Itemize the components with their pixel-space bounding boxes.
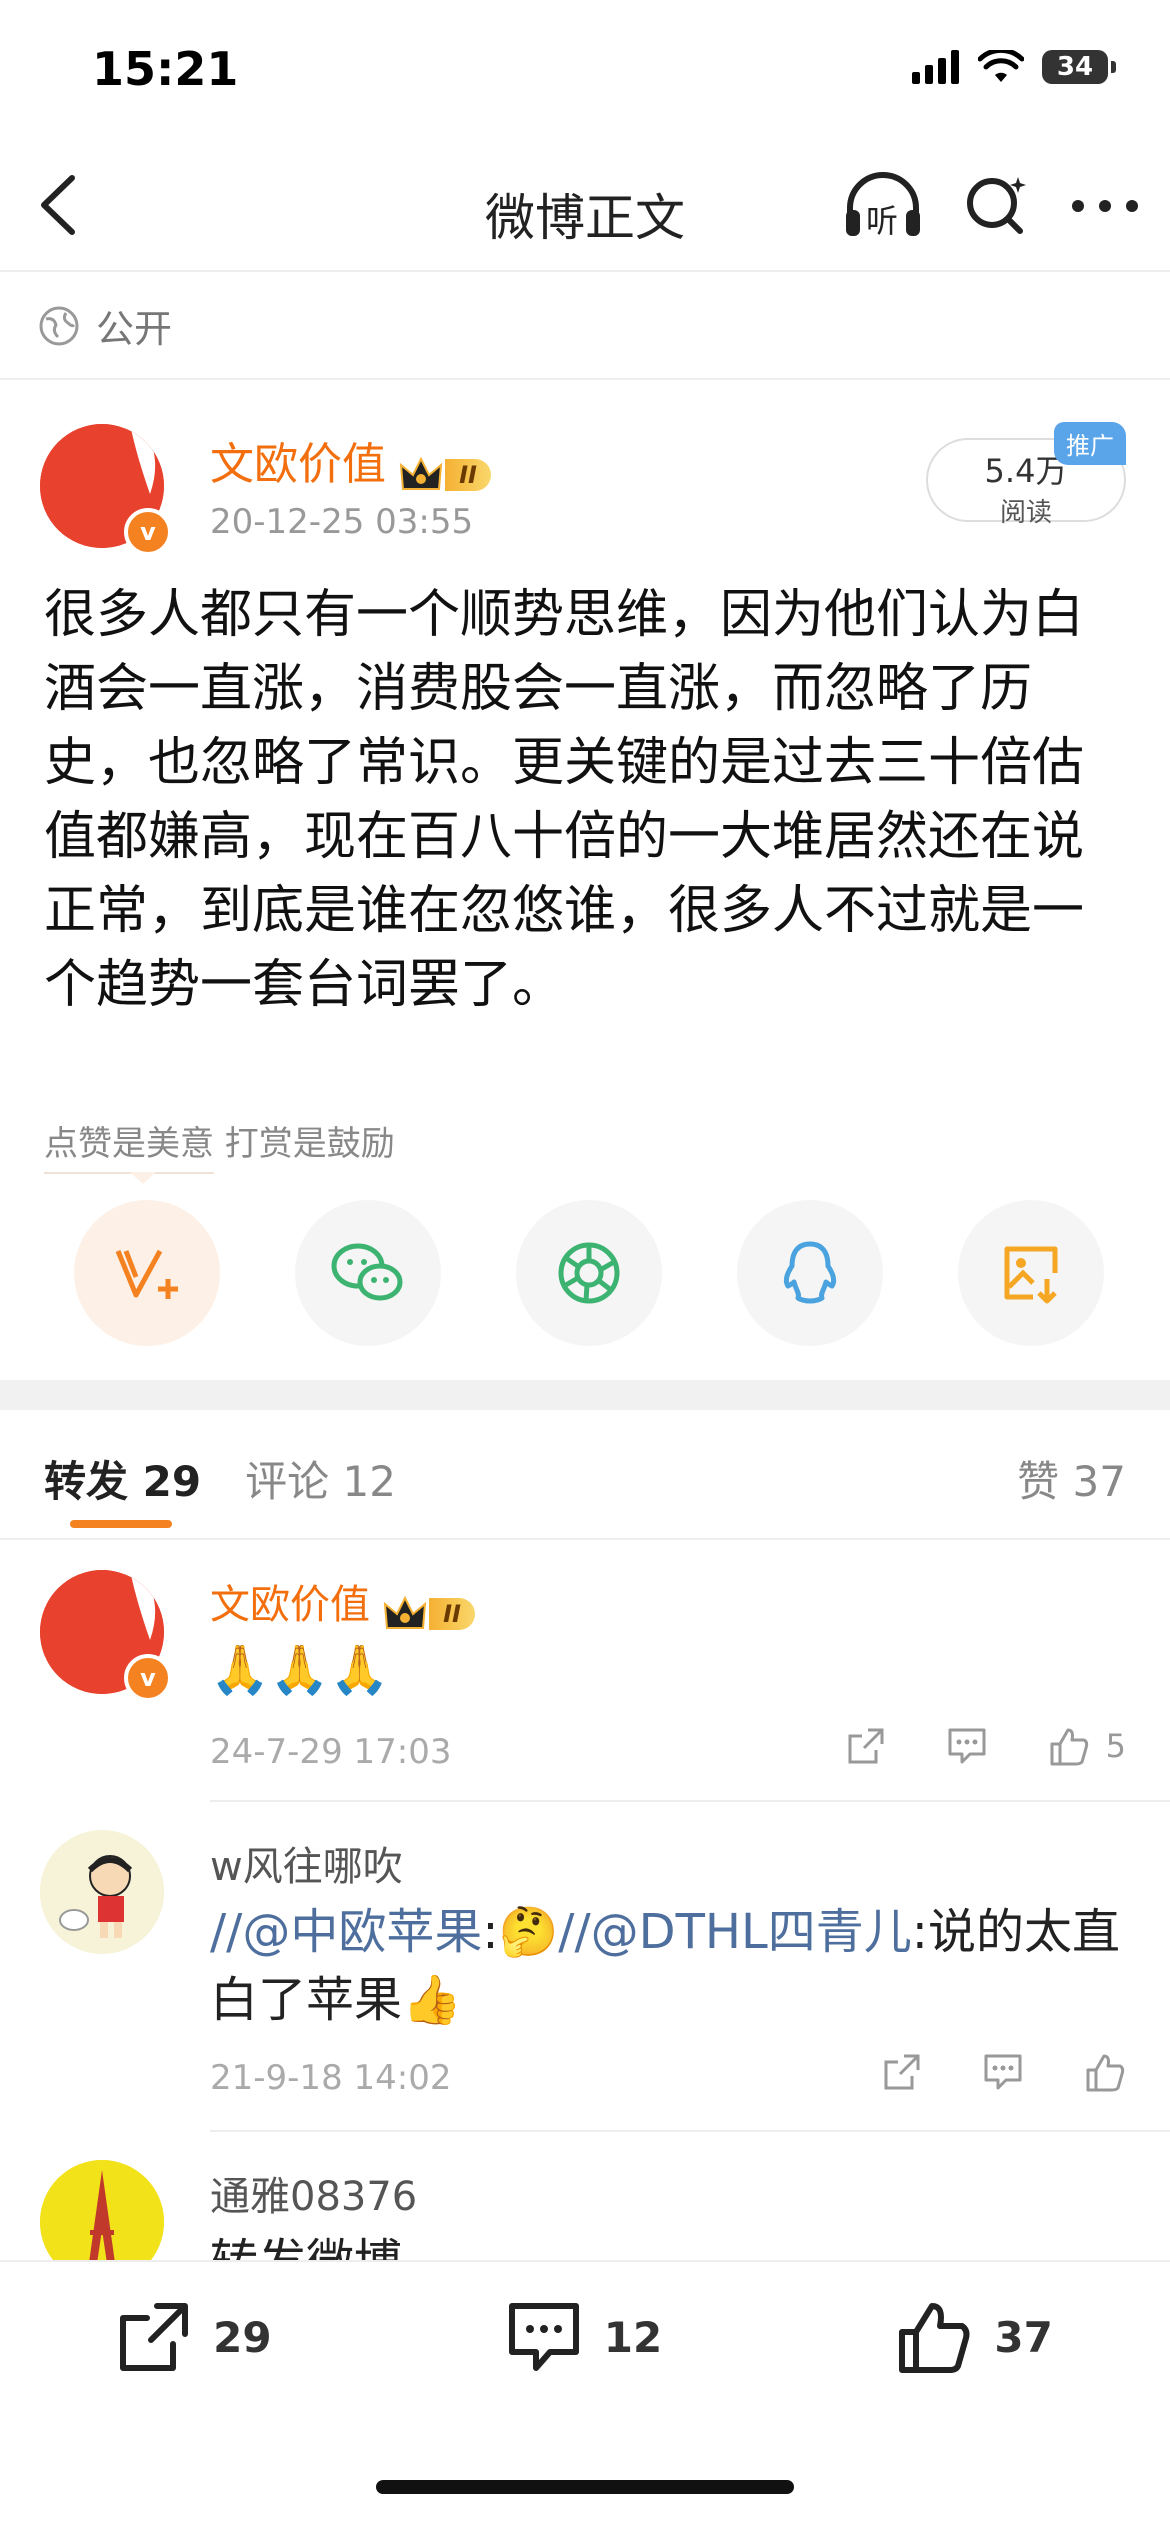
home-indicator [376, 2480, 794, 2494]
member-level-badge[interactable]: II [383, 1594, 475, 1634]
listen-button[interactable]: 听 [842, 168, 924, 244]
promote-badge[interactable]: 推广 [1054, 422, 1126, 465]
repost-icon [120, 2303, 189, 2371]
section-separator [0, 1380, 1170, 1410]
interaction-tabs: 转发 29 评论 12 [44, 1448, 396, 1509]
share-qq-button[interactable] [737, 1200, 883, 1346]
repost-text: 🙏🙏🙏 [210, 1642, 390, 1698]
active-tab-indicator [70, 1520, 172, 1528]
repost-actions [882, 2052, 1126, 2092]
post-timestamp: 20-12-25 03:55 [210, 502, 474, 542]
comment-icon [508, 2303, 579, 2371]
repost-icon[interactable] [882, 2052, 922, 2092]
thumbs-up-icon [899, 2303, 970, 2373]
share-row [74, 1200, 1104, 1346]
mention-link[interactable]: //@中欧苹果 [210, 1904, 482, 1960]
status-icons: 34 [912, 50, 1116, 84]
crown-icon [399, 456, 443, 490]
v-plus-reward-icon [115, 1249, 178, 1299]
repost-count: 29 [213, 2312, 272, 2362]
repost-time: 21-9-18 14:02 [210, 2058, 452, 2098]
divider [210, 1800, 1170, 1802]
repost-author-name[interactable]: w风往哪吹 [210, 1834, 403, 1892]
repost-author-name[interactable]: 文欧价值 [210, 1582, 370, 1628]
divider [0, 1538, 1170, 1540]
visibility-indicator: 公开 [38, 298, 172, 353]
member-level: II [429, 1597, 475, 1630]
tab-likes-count: 37 [1072, 1457, 1126, 1506]
member-level: II [445, 458, 491, 491]
battery-indicator: 34 [1042, 50, 1116, 84]
repost-avatar[interactable] [40, 1830, 164, 1954]
verified-badge-icon: v [124, 1654, 172, 1702]
repost-time: 24-7-29 17:03 [210, 1732, 452, 1772]
reads-label: 阅读 [999, 498, 1052, 528]
divider [0, 270, 1170, 272]
wechat-icon [331, 1243, 403, 1301]
tip-divider [44, 1172, 214, 1174]
comment-icon[interactable] [946, 1726, 988, 1766]
wifi-icon [978, 50, 1024, 82]
thumbs-up-icon[interactable] [1084, 2052, 1126, 2092]
post-body: 很多人都只有一个顺势思维，因为他们认为白酒会一直涨，消费股会一直涨，而忽略了历史… [44, 585, 1085, 1015]
reward-button[interactable] [74, 1200, 220, 1346]
repost-icon[interactable] [846, 1726, 886, 1766]
divider [210, 2130, 1170, 2132]
tab-likes[interactable]: 赞 37 [1017, 1448, 1126, 1509]
reward-tip: 点赞是美意 打赏是鼓励 [44, 1124, 395, 1164]
tab-likes-label: 赞 [1017, 1457, 1060, 1506]
like-button[interactable]: 5 [1048, 1726, 1126, 1766]
verified-badge-icon: v [124, 508, 172, 556]
cartoon-avatar-icon [40, 1830, 164, 1954]
comment-button[interactable]: 12 [506, 2300, 662, 2374]
tab-comments[interactable]: 评论 12 [245, 1448, 396, 1509]
member-level-badge[interactable]: II [399, 455, 491, 495]
moments-icon [558, 1242, 620, 1304]
repost-author-name[interactable]: 通雅08376 [210, 2164, 417, 2222]
divider [0, 378, 1170, 380]
visibility-label: 公开 [96, 307, 173, 351]
repost-actions: 5 [846, 1726, 1126, 1766]
author-name[interactable]: 文欧价值 [210, 439, 386, 490]
like-button[interactable]: 37 [896, 2300, 1053, 2374]
like-count: 5 [1105, 1727, 1126, 1765]
pointer-triangle-icon [130, 1172, 156, 1184]
tab-comments-count: 12 [342, 1457, 396, 1506]
repost-text: //@中欧苹果:🤔//@DTHL四青儿:说的太直白了苹果👍 [210, 1904, 1120, 2028]
author-row: 文欧价值 II [210, 428, 491, 495]
listen-label: 听 [866, 202, 899, 240]
comment-icon[interactable] [982, 2052, 1024, 2092]
cellular-signal-icon [912, 50, 959, 84]
bottom-actions: 29 12 37 [0, 2300, 1170, 2374]
tab-reposts[interactable]: 转发 29 [44, 1448, 201, 1509]
more-options-icon[interactable] [1070, 196, 1140, 216]
tab-comments-label: 评论 [245, 1457, 330, 1506]
globe-icon [39, 306, 79, 345]
thinking-emoji: 🤔 [498, 1904, 559, 1960]
save-image-icon [1004, 1246, 1058, 1304]
status-time: 15:21 [92, 42, 239, 96]
share-moments-button[interactable] [516, 1200, 662, 1346]
tab-reposts-count: 29 [142, 1457, 202, 1506]
mention-link[interactable]: //@DTHL四青儿 [558, 1904, 911, 1960]
qq-icon [783, 1241, 837, 1304]
nav-actions: 听 [842, 168, 1140, 244]
search-icon[interactable] [962, 171, 1032, 241]
thumbs-up-icon [1050, 1728, 1088, 1766]
save-image-button[interactable] [958, 1200, 1104, 1346]
comment-count: 12 [603, 2312, 663, 2362]
like-count: 37 [994, 2312, 1053, 2362]
repost-button[interactable]: 29 [117, 2300, 272, 2374]
share-wechat-button[interactable] [295, 1200, 441, 1346]
tab-reposts-label: 转发 [44, 1457, 129, 1506]
crown-icon [383, 1595, 427, 1629]
repost-author-row: 文欧价值 II [210, 1572, 475, 1634]
